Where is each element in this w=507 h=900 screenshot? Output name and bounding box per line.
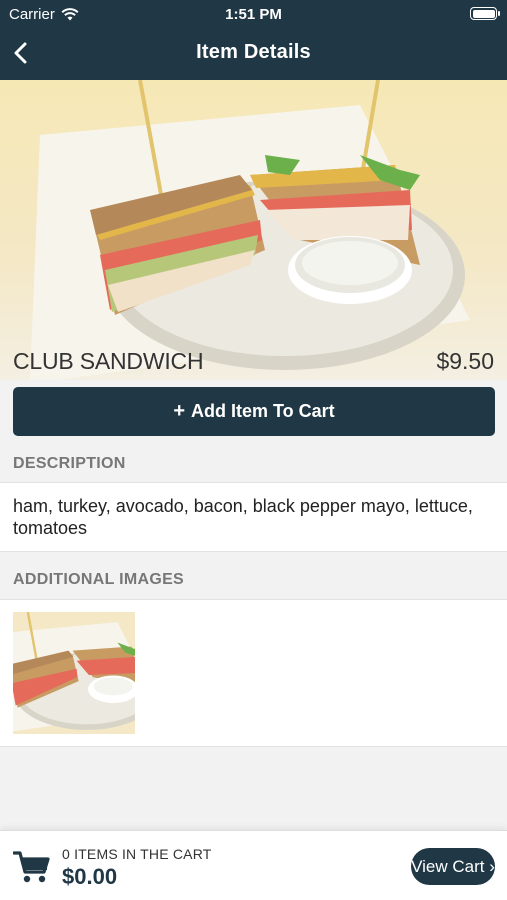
cart-item-count: 0 ITEMS IN THE CART bbox=[62, 846, 212, 862]
top-bar: Carrier 1:51 PM Item Details bbox=[0, 0, 507, 80]
status-time: 1:51 PM bbox=[225, 6, 282, 23]
add-to-cart-button[interactable]: + Add Item To Cart bbox=[13, 387, 495, 436]
cart-summary-bar: 0 ITEMS IN THE CART $0.00 View Cart › bbox=[0, 830, 507, 900]
description-header: DESCRIPTION bbox=[0, 446, 507, 482]
view-cart-button[interactable]: View Cart › bbox=[411, 848, 495, 885]
item-description: ham, turkey, avocado, bacon, black peppe… bbox=[0, 482, 507, 552]
cart-icon bbox=[13, 851, 50, 883]
item-name-row: CLUB SANDWICH $9.50 bbox=[0, 340, 507, 382]
item-hero-image bbox=[0, 80, 507, 380]
sandwich-thumbnail-photo bbox=[13, 612, 135, 734]
additional-images-section bbox=[0, 599, 507, 747]
item-name: CLUB SANDWICH bbox=[13, 348, 204, 374]
add-to-cart-label: Add Item To Cart bbox=[191, 401, 335, 421]
battery-icon bbox=[470, 7, 500, 20]
page-title: Item Details bbox=[196, 41, 311, 63]
additional-images-header: ADDITIONAL IMAGES bbox=[0, 562, 507, 598]
additional-image-thumbnail[interactable] bbox=[13, 612, 135, 734]
sandwich-photo bbox=[30, 80, 470, 380]
status-bar: Carrier 1:51 PM bbox=[0, 0, 507, 28]
navigation-bar: Item Details bbox=[0, 28, 507, 80]
plus-icon: + bbox=[173, 400, 185, 422]
item-price: $9.50 bbox=[436, 348, 494, 374]
cart-total: $0.00 bbox=[62, 864, 118, 889]
